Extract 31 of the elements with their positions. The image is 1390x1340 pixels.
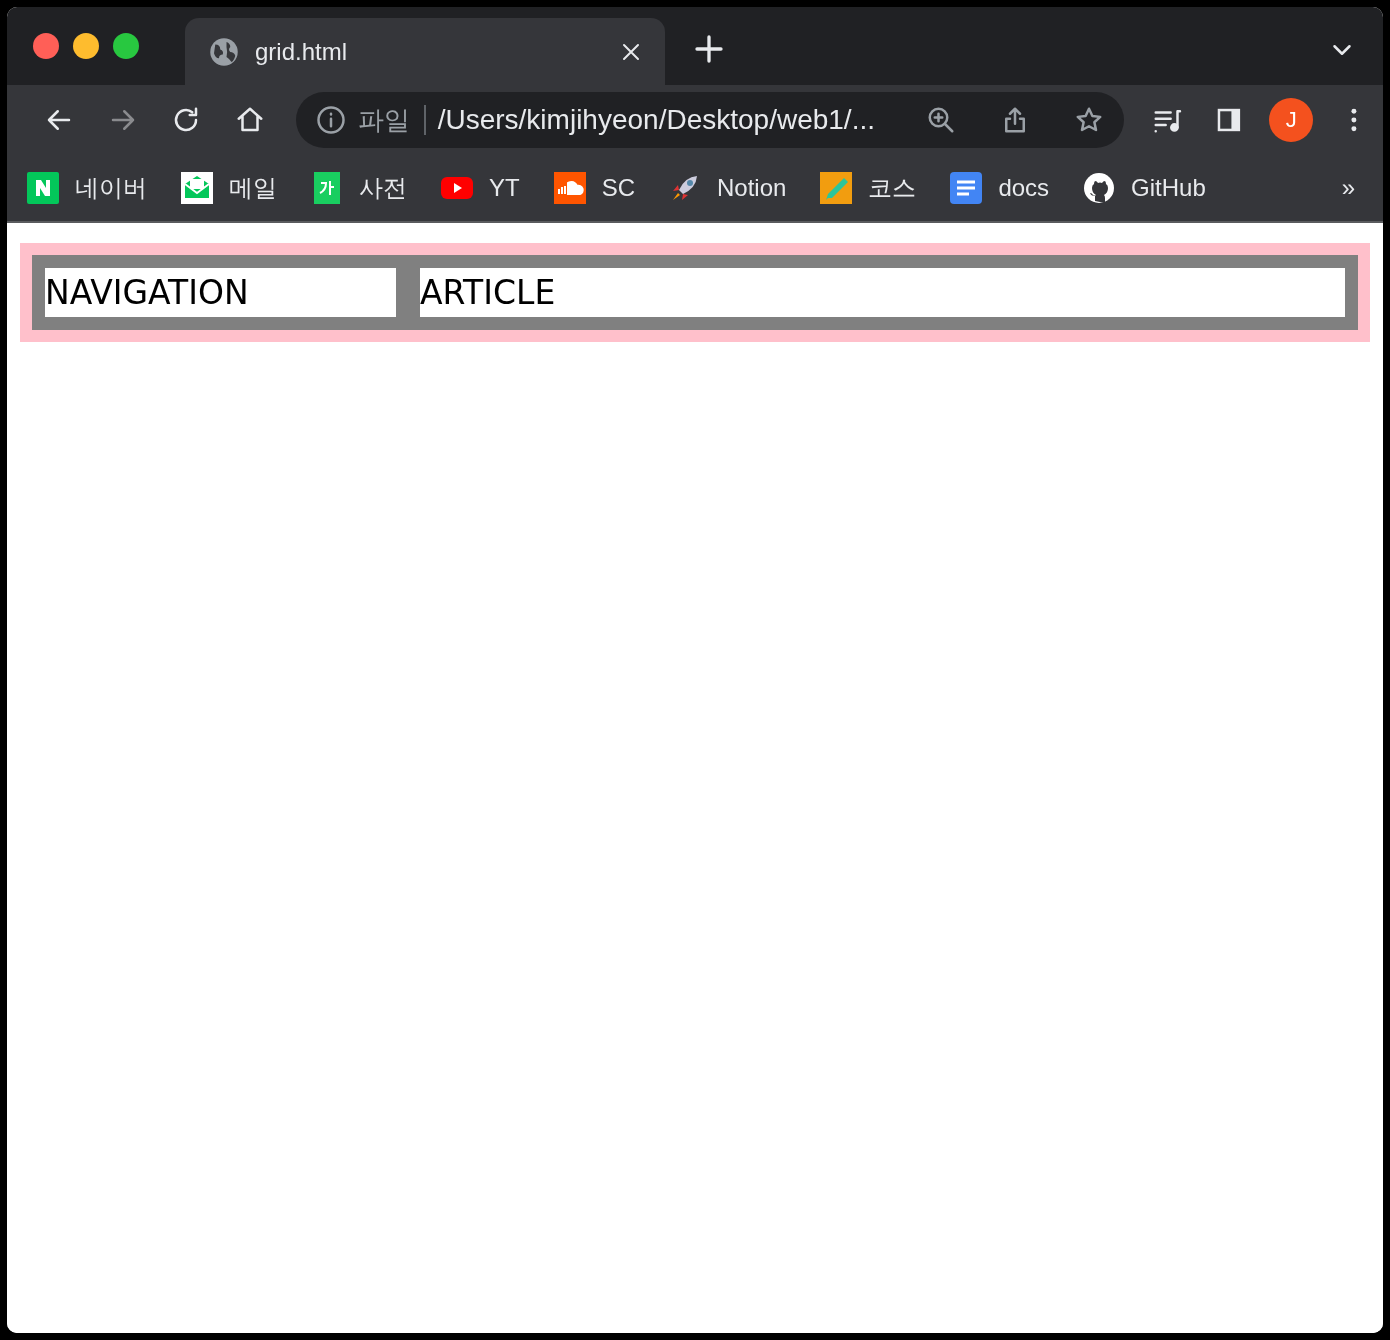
bookmark[interactable]: 사전 xyxy=(311,172,407,204)
cloud-icon xyxy=(553,172,586,204)
bookmark[interactable]: 메일 xyxy=(181,172,277,204)
pencil-icon xyxy=(820,172,853,204)
scheme-label: 파일 xyxy=(357,105,426,135)
envelope-icon xyxy=(181,172,213,204)
more-bookmarks-button[interactable]: » xyxy=(1333,174,1363,202)
document-icon xyxy=(950,172,983,204)
grid-cell: NAVIGATION xyxy=(45,268,396,317)
bookmark[interactable]: YT xyxy=(441,172,520,204)
grid-cell: ARTICLE xyxy=(420,268,1345,317)
url-text: /Users/kimjihyeon/Desktop/web1/... xyxy=(437,104,876,136)
minimize-window-button[interactable] xyxy=(73,33,99,59)
bookmark[interactable]: Notion xyxy=(669,172,787,204)
globe-icon xyxy=(209,36,239,67)
bookmark[interactable]: docs xyxy=(950,172,1050,204)
browser-tab[interactable]: grid.html xyxy=(185,18,665,85)
close-window-button[interactable] xyxy=(33,33,59,59)
bookmark[interactable]: GitHub xyxy=(1083,172,1206,204)
bookmark[interactable]: 코스 xyxy=(820,172,917,204)
zoom-icon[interactable] xyxy=(925,105,956,135)
bookmark[interactable]: SC xyxy=(553,172,635,204)
naver-n-icon xyxy=(27,172,59,204)
github-cat-icon xyxy=(1083,172,1116,204)
info-icon xyxy=(315,105,346,135)
bookmark[interactable]: 네이버 xyxy=(27,172,147,204)
tab-title: grid.html xyxy=(255,37,349,66)
address-bar[interactable]: 파일 /Users/kimjihyeon/Desktop/web1/... xyxy=(295,92,1124,148)
new-tab-icon[interactable] xyxy=(693,33,725,65)
dictionary-icon xyxy=(311,172,343,204)
maximize-window-button[interactable] xyxy=(113,33,139,59)
